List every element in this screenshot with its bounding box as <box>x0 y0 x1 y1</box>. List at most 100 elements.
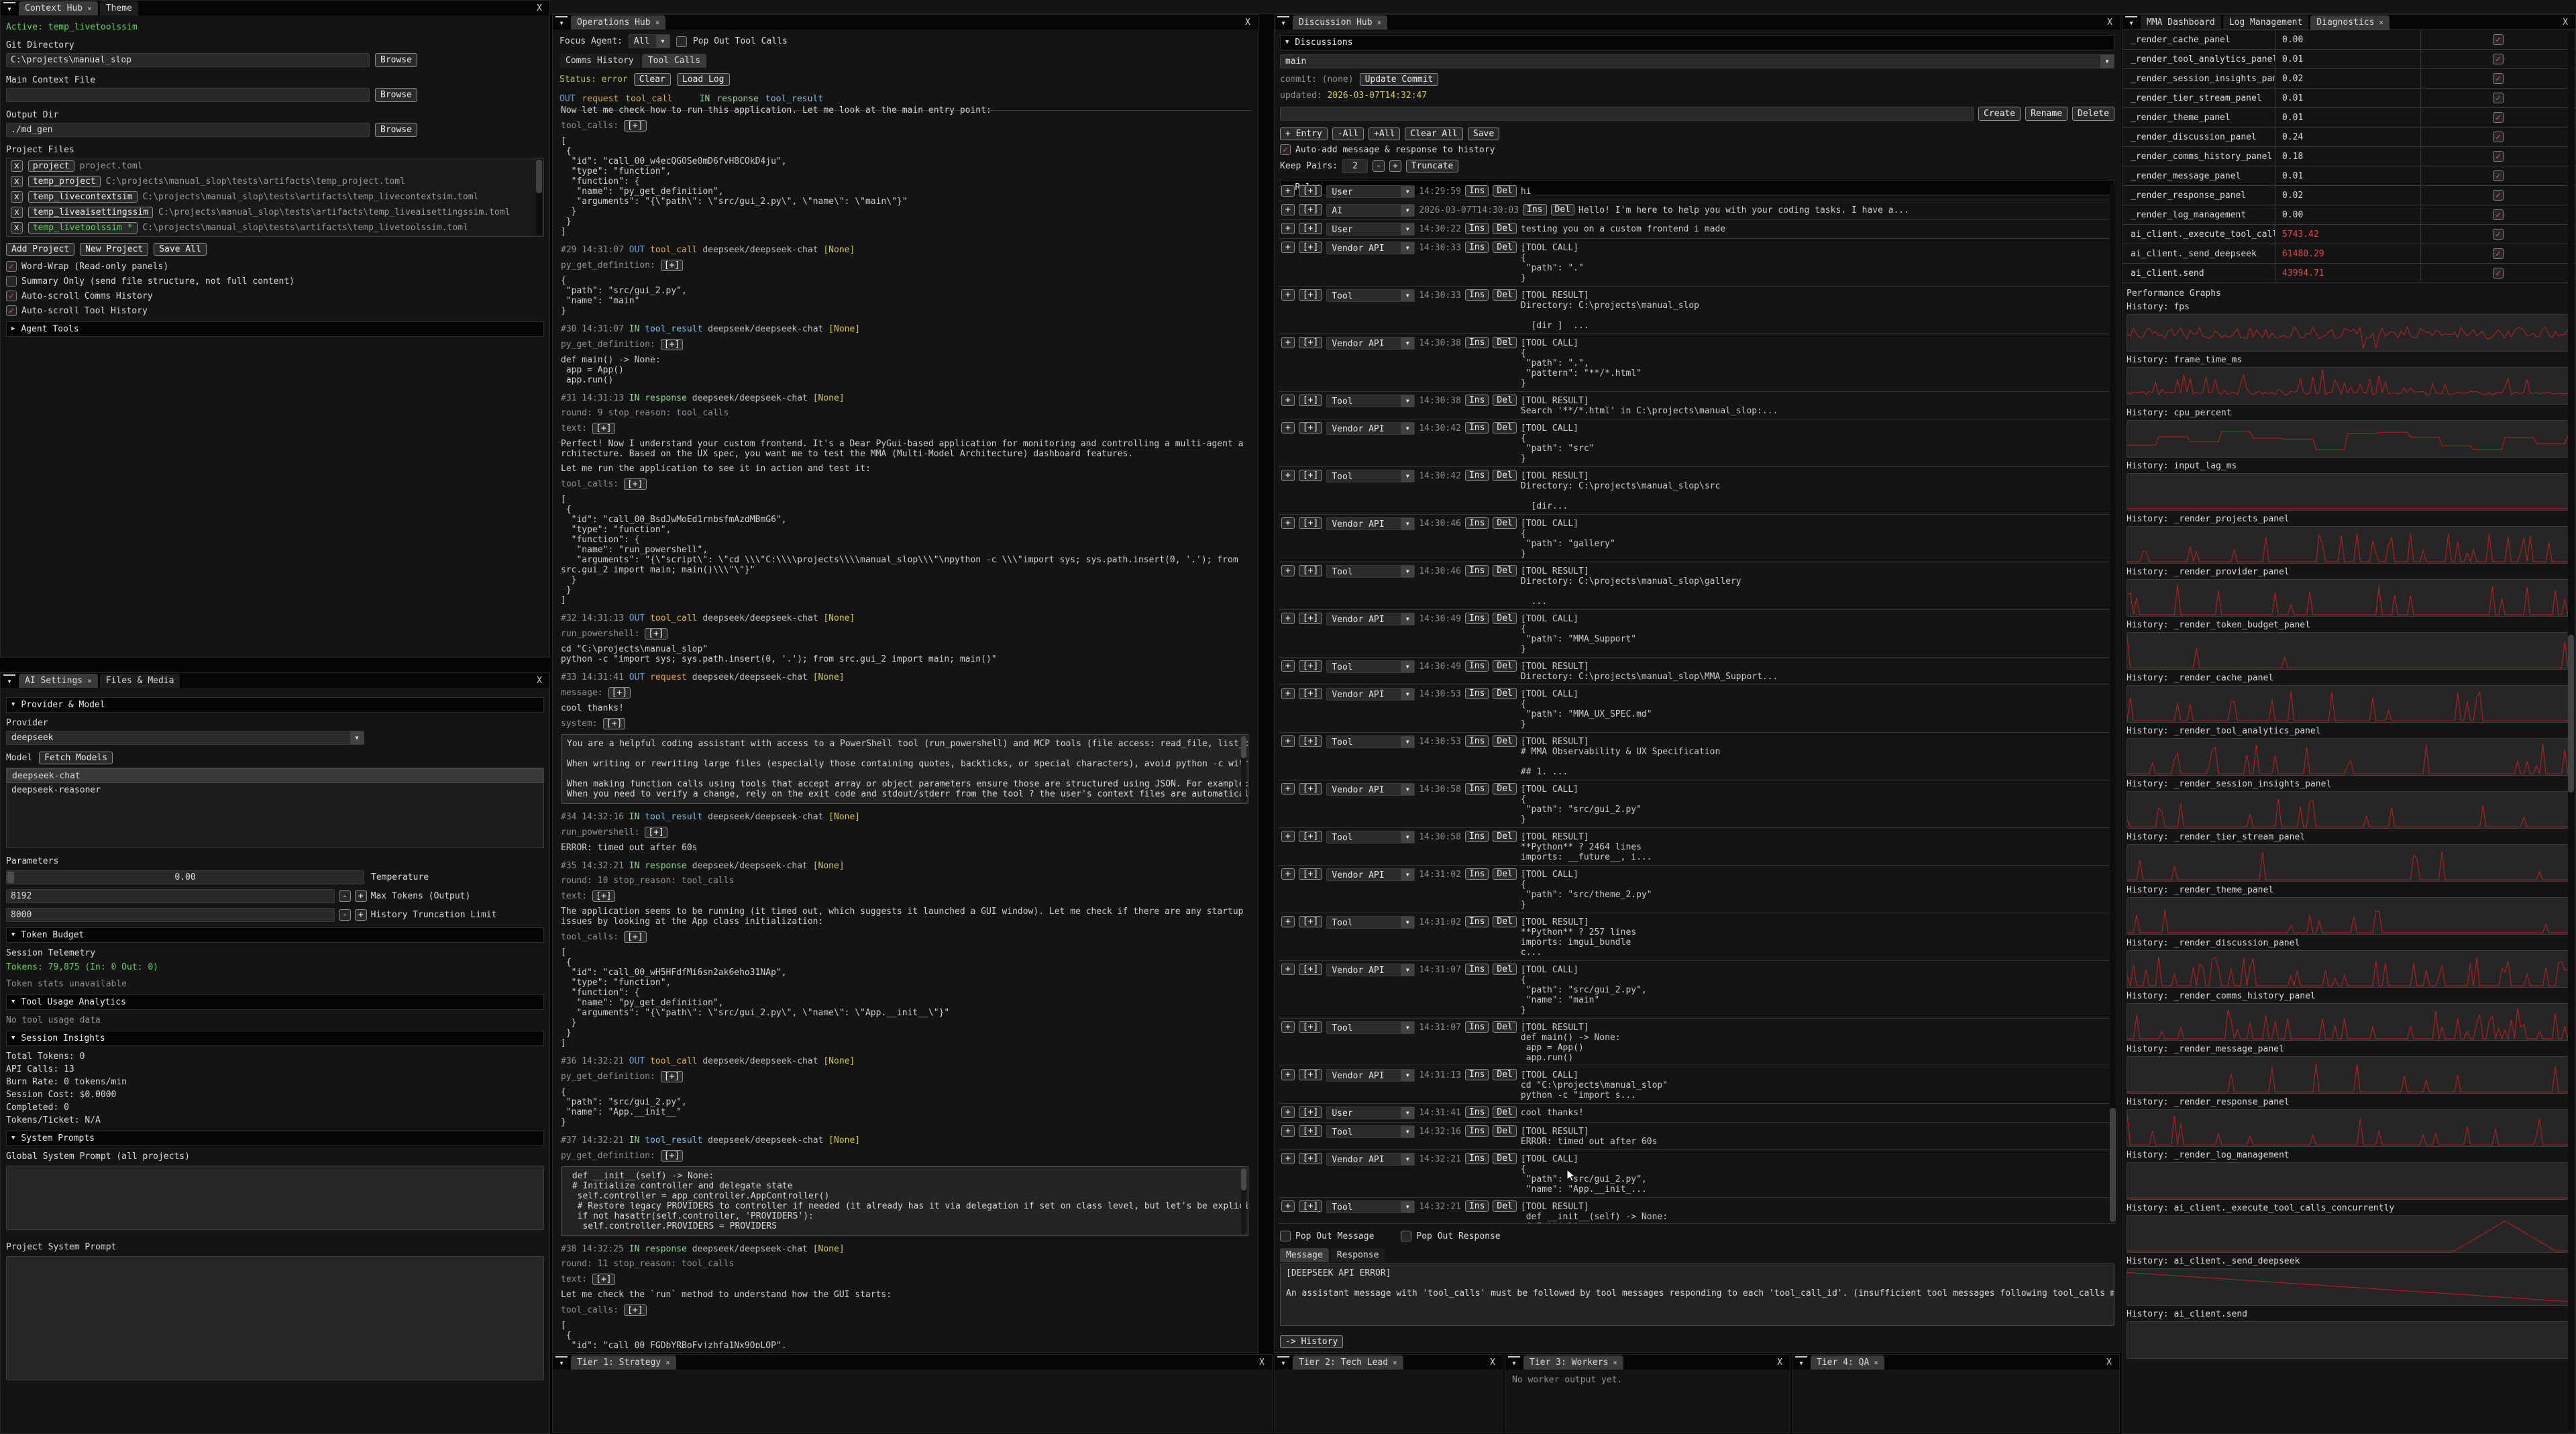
entry-expand-button[interactable]: [+] <box>1299 964 1322 975</box>
git-browse-button[interactable]: Browse <box>375 53 417 67</box>
entry-expand-button[interactable]: [+] <box>1299 1125 1322 1137</box>
entry-role-select[interactable]: User▼ <box>1326 223 1415 236</box>
tab-discussion-hub[interactable]: Discussion Hub × <box>1293 15 1387 30</box>
entry-add-button[interactable]: + <box>1281 337 1295 348</box>
entry-role-select[interactable]: Tool▼ <box>1326 1125 1415 1138</box>
close-icon[interactable]: × <box>1377 17 1382 28</box>
tab-theme[interactable]: Theme <box>100 1 138 15</box>
entry-del-button[interactable]: Del <box>1493 1021 1516 1033</box>
entry-del-button[interactable]: Del <box>1493 337 1516 348</box>
expand-button[interactable]: [+] <box>661 1071 683 1082</box>
close-icon[interactable]: X <box>1239 16 1256 30</box>
close-icon[interactable]: × <box>87 676 92 686</box>
entry-add-button[interactable]: + <box>1281 242 1295 253</box>
entry-ins-button[interactable]: Ins <box>1465 242 1489 253</box>
entry-ins-button[interactable]: Ins <box>1465 964 1489 975</box>
entry-del-button[interactable]: Del <box>1493 613 1516 624</box>
entry-ins-button[interactable]: Ins <box>1465 517 1489 529</box>
entry-expand-button[interactable]: [+] <box>1299 470 1322 481</box>
create-button[interactable]: Create <box>1978 107 2021 121</box>
expand-button[interactable]: [+] <box>645 827 667 838</box>
entry-ins-button[interactable]: Ins <box>1465 1125 1489 1137</box>
entry-role-select[interactable]: Vendor API▼ <box>1326 1069 1415 1082</box>
tab-mma-dashboard[interactable]: MMA Dashboard <box>2141 15 2221 30</box>
entry-add-button[interactable]: + <box>1281 185 1295 197</box>
entry-role-select[interactable]: Tool▼ <box>1326 735 1415 748</box>
entry-button[interactable]: Save <box>1468 127 1499 140</box>
entry-expand-button[interactable]: [+] <box>1299 916 1322 927</box>
expand-button[interactable]: [+] <box>661 1150 683 1162</box>
minus-button[interactable]: - <box>339 890 351 902</box>
token-budget-header[interactable]: ▼ Token Budget <box>6 927 544 943</box>
entry-del-button[interactable]: Del <box>1493 223 1516 234</box>
entry-role-select[interactable]: Vendor API▼ <box>1326 868 1415 881</box>
entry-ins-button[interactable]: Ins <box>1465 660 1489 672</box>
entry-del-button[interactable]: Del <box>1493 1200 1516 1212</box>
entry-expand-button[interactable]: [+] <box>1299 422 1322 433</box>
entry-expand-button[interactable]: [+] <box>1299 660 1322 672</box>
tab-tier[interactable]: Tier 3: Workers× <box>1523 1355 1623 1370</box>
close-icon[interactable]: × <box>655 17 660 28</box>
entry-add-button[interactable]: + <box>1281 517 1295 529</box>
entry-expand-button[interactable]: [+] <box>1299 289 1322 301</box>
close-icon[interactable]: X <box>2101 16 2118 30</box>
close-icon[interactable]: X <box>531 674 548 688</box>
entry-role-select[interactable]: Tool▼ <box>1326 395 1415 407</box>
entry-del-button[interactable]: Del <box>1493 1069 1516 1080</box>
popout-response-checkbox[interactable]: Pop Out Response <box>1401 1231 1500 1241</box>
global-system-prompt-input[interactable] <box>6 1166 544 1230</box>
expand-button[interactable]: [+] <box>645 628 667 639</box>
project-button[interactable]: New Project <box>80 243 148 256</box>
remove-file-button[interactable]: x <box>11 191 23 203</box>
file-chip[interactable]: temp_livecontextsim <box>28 191 138 203</box>
entry-add-button[interactable]: + <box>1281 395 1295 406</box>
entry-button[interactable]: Clear All <box>1405 127 1462 140</box>
popout-message-checkbox[interactable]: Pop Out Message <box>1280 1231 1374 1241</box>
entry-expand-button[interactable]: [+] <box>1299 783 1322 795</box>
main-context-browse-button[interactable]: Browse <box>375 88 417 102</box>
scrollbar[interactable] <box>2110 184 2116 1222</box>
checkbox-box[interactable]: ✓ <box>6 261 17 272</box>
close-icon[interactable]: × <box>1393 1358 1397 1368</box>
entry-role-select[interactable]: Vendor API▼ <box>1326 1153 1415 1166</box>
expand-button[interactable]: [+] <box>661 260 683 271</box>
to-history-button[interactable]: -> History <box>1280 1335 1343 1348</box>
entry-ins-button[interactable]: Ins <box>1465 916 1489 927</box>
autoadd-checkbox[interactable]: ✓Auto-add message & response to history <box>1280 144 2114 155</box>
tab-tier[interactable]: Tier 4: QA× <box>1811 1355 1884 1370</box>
entry-expand-button[interactable]: [+] <box>1299 223 1322 234</box>
entry-ins-button[interactable]: Ins <box>1465 565 1489 576</box>
fetch-models-button[interactable]: Fetch Models <box>39 752 113 764</box>
entry-del-button[interactable]: Del <box>1493 688 1516 699</box>
entry-ins-button[interactable]: Ins <box>1465 613 1489 624</box>
entry-ins-button[interactable]: Ins <box>1465 735 1489 747</box>
entry-role-select[interactable]: Vendor API▼ <box>1326 688 1415 701</box>
entry-add-button[interactable]: + <box>1281 289 1295 301</box>
entry-add-button[interactable]: + <box>1281 831 1295 842</box>
entry-role-select[interactable]: AI▼ <box>1326 204 1415 217</box>
diagnostic-checkbox[interactable]: ✓ <box>2493 54 2504 64</box>
tab-operations-hub[interactable]: Operations Hub × <box>571 15 665 30</box>
checkbox-box[interactable]: ✓ <box>6 291 17 301</box>
entry-role-select[interactable]: Vendor API▼ <box>1326 517 1415 530</box>
entry-add-button[interactable]: + <box>1281 1125 1295 1137</box>
close-icon[interactable]: × <box>2379 17 2383 28</box>
log-code-box[interactable]: You are a helpful coding assistant with … <box>561 734 1248 804</box>
focus-agent-select[interactable]: All ▼ <box>629 34 670 48</box>
entry-expand-button[interactable]: [+] <box>1299 868 1322 880</box>
entry-ins-button[interactable]: Ins <box>1465 1200 1489 1212</box>
entry-del-button[interactable]: Del <box>1493 1107 1516 1118</box>
tab-message[interactable]: Message <box>1280 1248 1329 1262</box>
expand-button[interactable]: [+] <box>624 478 646 490</box>
entry-expand-button[interactable]: [+] <box>1299 565 1322 576</box>
keep-pairs-input[interactable]: 2 <box>1342 159 1368 173</box>
diagnostic-checkbox[interactable]: ✓ <box>2493 151 2504 162</box>
entry-del-button[interactable]: Del <box>1493 660 1516 672</box>
checkbox[interactable]: ✓Word-Wrap (Read-only panels) <box>6 261 544 272</box>
entry-del-button[interactable]: Del <box>1493 395 1516 406</box>
entry-expand-button[interactable]: [+] <box>1299 517 1322 529</box>
entry-role-select[interactable]: Tool▼ <box>1326 1200 1415 1213</box>
tab-tier[interactable]: Tier 1: Strategy× <box>571 1355 676 1370</box>
diagnostic-checkbox[interactable]: ✓ <box>2493 132 2504 142</box>
entry-del-button[interactable]: Del <box>1493 783 1516 795</box>
